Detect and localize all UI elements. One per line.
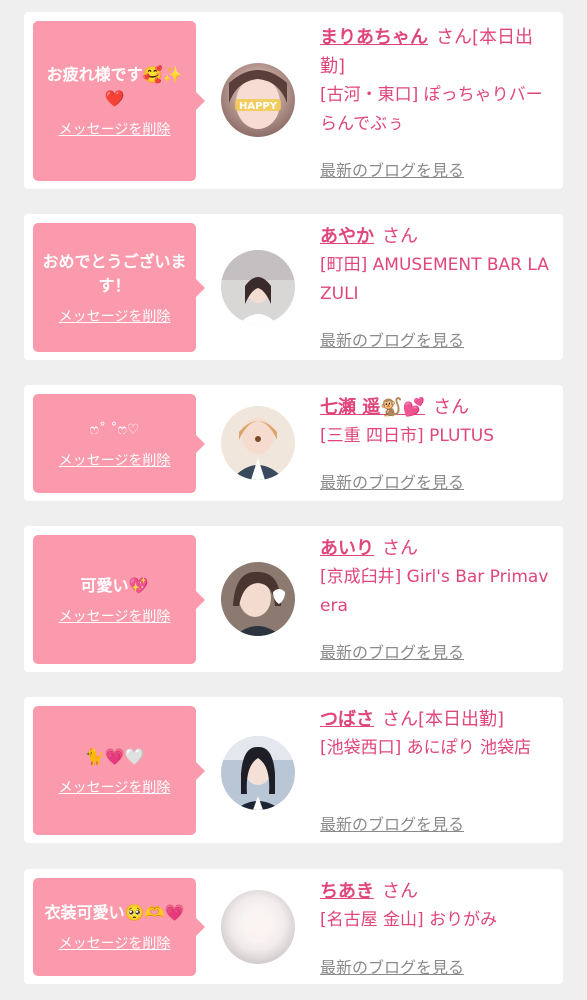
latest-blog-link[interactable]: 最新のブログを見る xyxy=(320,157,464,181)
avatar-image xyxy=(221,890,295,964)
honorific: さん xyxy=(382,226,418,247)
avatar-sticker-text: HAPPY xyxy=(239,101,278,112)
message-list: お疲れ様です🥰✨❤️ メッセージを削除 HAPPY まりあちゃん さん[本日出勤]… xyxy=(0,0,587,1000)
sender-name-link[interactable]: つばさ xyxy=(320,709,374,730)
sender-name-link[interactable]: ちあき xyxy=(320,881,374,902)
honorific: さん xyxy=(433,397,470,418)
delete-message-link[interactable]: メッセージを削除 xyxy=(59,119,171,139)
message-bubble: おめでとうございます！ メッセージを削除 xyxy=(33,223,205,352)
honorific: さん xyxy=(382,881,418,902)
avatar[interactable] xyxy=(221,890,295,964)
honorific: さん xyxy=(382,709,418,730)
shop-name: [町田] AMUSEMENT BAR LAZULI xyxy=(320,255,549,304)
message-text: 衣装可愛い🥺🫶💗 xyxy=(44,903,185,922)
avatar-image: HAPPY xyxy=(221,63,295,137)
message-bubble: ෆ˚ ˚ෆ♡ メッセージを削除 xyxy=(33,394,205,493)
sender-info: ちあき さん [名古屋 金山] おりがみ xyxy=(320,877,556,935)
shop-name: [名古屋 金山] おりがみ xyxy=(320,910,498,930)
message-text: ෆ˚ ˚ෆ♡ xyxy=(89,421,140,438)
avatar[interactable]: HAPPY xyxy=(221,63,295,137)
sender-name-link[interactable]: あやか xyxy=(320,226,374,247)
avatar-image xyxy=(221,736,295,810)
sender-name-link[interactable]: 七瀬 遥🐒💕 xyxy=(320,397,425,418)
message-card: ෆ˚ ˚ෆ♡ メッセージを削除 七瀬 遥🐒💕 さん [三重 四日市] PLUTUS… xyxy=(24,385,563,501)
avatar-image xyxy=(221,250,295,324)
avatar[interactable] xyxy=(221,406,295,480)
delete-message-link[interactable]: メッセージを削除 xyxy=(59,933,171,953)
sender-info: まりあちゃん さん[本日出勤] [古河・東口] ぽっちゃりバー らんでぶぅ xyxy=(320,23,556,139)
avatar[interactable] xyxy=(221,562,295,636)
sender-info: 七瀬 遥🐒💕 さん [三重 四日市] PLUTUS xyxy=(320,393,556,451)
sender-name-link[interactable]: まりあちゃん xyxy=(320,27,428,48)
shop-name: [京成臼井] Girl's Bar Primavera xyxy=(320,567,549,616)
message-bubble: お疲れ様です🥰✨❤️ メッセージを削除 xyxy=(33,21,205,181)
message-card: 可愛い💖 メッセージを削除 あいり さん [京成臼井] Girl's Bar Pr… xyxy=(24,526,563,672)
message-card: お疲れ様です🥰✨❤️ メッセージを削除 HAPPY まりあちゃん さん[本日出勤]… xyxy=(24,12,563,189)
message-bubble: 可愛い💖 メッセージを削除 xyxy=(33,535,205,664)
latest-blog-link[interactable]: 最新のブログを見る xyxy=(320,954,464,978)
honorific: さん xyxy=(436,27,472,48)
message-text: お疲れ様です🥰✨❤️ xyxy=(46,65,183,108)
message-card: おめでとうございます！ メッセージを削除 あやか さん [町田] AMUSEMEN… xyxy=(24,214,563,360)
message-bubble: 衣装可愛い🥺🫶💗 メッセージを削除 xyxy=(33,878,205,976)
message-bubble: 🐈💗🤍 メッセージを削除 xyxy=(33,706,205,835)
delete-message-link[interactable]: メッセージを削除 xyxy=(59,306,171,326)
latest-blog-link[interactable]: 最新のブログを見る xyxy=(320,639,464,663)
message-card: 🐈💗🤍 メッセージを削除 つばさ さん[本日出勤] [池袋西口] あにぽり 池袋店… xyxy=(24,697,563,843)
shop-name: [池袋西口] あにぽり 池袋店 xyxy=(320,738,532,758)
message-text: 可愛い💖 xyxy=(80,575,149,595)
message-text: 🐈💗🤍 xyxy=(84,746,145,766)
delete-message-link[interactable]: メッセージを削除 xyxy=(59,450,171,470)
latest-blog-link[interactable]: 最新のブログを見る xyxy=(320,469,464,493)
avatar-image xyxy=(221,562,295,636)
status-badge: [本日出勤] xyxy=(418,709,505,730)
sender-info: つばさ さん[本日出勤] [池袋西口] あにぽり 池袋店 xyxy=(320,705,556,763)
delete-message-link[interactable]: メッセージを削除 xyxy=(59,777,171,797)
sender-info: あやか さん [町田] AMUSEMENT BAR LAZULI xyxy=(320,222,556,309)
latest-blog-link[interactable]: 最新のブログを見る xyxy=(320,811,464,835)
shop-name: [古河・東口] ぽっちゃりバー らんでぶぅ xyxy=(320,85,543,134)
delete-message-link[interactable]: メッセージを削除 xyxy=(59,606,171,626)
shop-name: [三重 四日市] PLUTUS xyxy=(320,426,495,446)
avatar[interactable] xyxy=(221,736,295,810)
avatar-image xyxy=(221,406,295,480)
message-text: おめでとうございます！ xyxy=(42,251,187,295)
avatar[interactable] xyxy=(221,250,295,324)
latest-blog-link[interactable]: 最新のブログを見る xyxy=(320,327,464,351)
honorific: さん xyxy=(382,538,418,559)
sender-name-link[interactable]: あいり xyxy=(320,538,374,559)
message-card: 衣装可愛い🥺🫶💗 メッセージを削除 ちあき さん [名古屋 金山] おりがみ 最新… xyxy=(24,869,563,984)
sender-info: あいり さん [京成臼井] Girl's Bar Primavera xyxy=(320,534,556,621)
